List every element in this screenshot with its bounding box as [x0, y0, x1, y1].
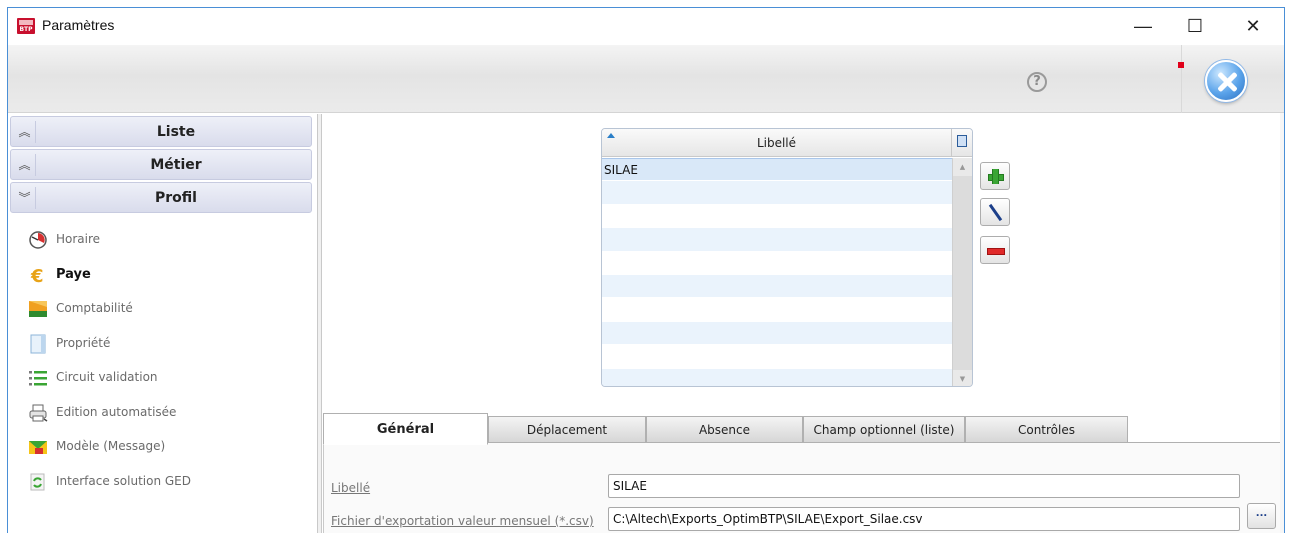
section-label: Métier	[150, 157, 202, 173]
table-row[interactable]: SILAE	[602, 158, 952, 182]
sidebar: ︽ Liste ︽ Métier ︾ Profil Horaire € Paye…	[8, 114, 318, 533]
clock-icon	[29, 231, 47, 249]
grid-body: SILAE	[602, 158, 952, 386]
status-indicator	[1178, 62, 1184, 68]
section-label: Profil	[155, 190, 197, 206]
svg-text:€: €	[30, 266, 44, 285]
table-row	[602, 252, 952, 275]
tab-controles[interactable]: Contrôles	[965, 416, 1128, 444]
maximize-button[interactable]: ☐	[1172, 12, 1218, 40]
chevron-up-icon[interactable]: ︽	[14, 121, 36, 143]
add-button[interactable]	[980, 162, 1010, 190]
chevron-down-icon[interactable]: ︾	[14, 187, 36, 209]
sidebar-item-label: Comptabilité	[56, 301, 133, 315]
tab-general[interactable]: Général	[323, 413, 488, 445]
vertical-scrollbar[interactable]: ▲ ▼	[952, 158, 972, 386]
scroll-down-icon[interactable]: ▼	[953, 370, 972, 386]
column-chooser-icon[interactable]	[952, 129, 972, 157]
tab-absence[interactable]: Absence	[646, 416, 803, 444]
toolbar-separator	[1181, 45, 1182, 113]
printer-icon	[29, 404, 48, 422]
libelle-grid: Libellé SILAE ▲ ▼	[601, 128, 973, 387]
table-row	[602, 228, 952, 252]
table-row	[602, 181, 952, 205]
column-header-label: Libellé	[756, 136, 797, 150]
browse-button[interactable]: ...	[1247, 503, 1276, 529]
euro-icon: €	[30, 266, 44, 285]
title-bar: BTP Paramètres — ☐ ✕	[8, 8, 1284, 45]
sync-icon	[30, 473, 45, 491]
tab-panel-general: Libellé SILAE Fichier d'exportation vale…	[323, 442, 1283, 533]
minimize-button[interactable]: —	[1120, 12, 1166, 40]
tab-champ-optionnel[interactable]: Champ optionnel (liste)	[803, 416, 965, 444]
tab-bar: Général Déplacement Absence Champ option…	[323, 413, 1283, 445]
sidebar-item-modele-message[interactable]: Modèle (Message)	[28, 435, 308, 459]
tab-deplacement[interactable]: Déplacement	[488, 416, 646, 444]
checklist-icon	[29, 371, 47, 386]
right-border	[1280, 113, 1284, 533]
table-row	[602, 368, 952, 386]
fichier-export-input[interactable]: C:\Altech\Exports_OptimBTP\SILAE\Export_…	[608, 507, 1240, 531]
sidebar-item-label: Circuit validation	[56, 370, 158, 384]
sidebar-item-label: Paye	[56, 267, 91, 282]
table-row	[602, 298, 952, 322]
ledger-icon	[29, 301, 47, 317]
table-row	[602, 274, 952, 299]
app-logo-icon: BTP	[17, 18, 35, 34]
sidebar-item-label: Interface solution GED	[56, 474, 191, 488]
table-row	[602, 321, 952, 346]
sidebar-item-label: Horaire	[56, 232, 101, 246]
app-badge: BTP	[19, 26, 33, 33]
section-profil[interactable]: ︾ Profil	[10, 182, 312, 213]
sidebar-item-edition-automatisee[interactable]: Edition automatisée	[28, 401, 308, 425]
table-row	[602, 345, 952, 369]
libelle-label: Libellé	[331, 481, 371, 495]
section-liste[interactable]: ︽ Liste	[10, 116, 312, 147]
sidebar-item-label: Modèle (Message)	[56, 439, 166, 453]
close-window-button[interactable]: ✕	[1230, 12, 1276, 40]
delete-button[interactable]	[980, 236, 1010, 264]
scroll-up-icon[interactable]: ▲	[953, 158, 972, 176]
sidebar-item-comptabilite[interactable]: Comptabilité	[28, 297, 308, 321]
edit-button[interactable]	[980, 198, 1010, 226]
sidebar-item-label: Edition automatisée	[56, 405, 177, 419]
sidebar-item-propriete[interactable]: Propriété	[28, 332, 308, 356]
splitter[interactable]	[318, 114, 322, 533]
chevron-up-icon[interactable]: ︽	[14, 154, 36, 176]
document-icon	[30, 334, 46, 354]
help-icon[interactable]: ?	[1027, 72, 1047, 92]
sidebar-item-label: Propriété	[56, 336, 111, 350]
toolbar: ?	[8, 45, 1284, 113]
sidebar-item-interface-ged[interactable]: Interface solution GED	[28, 470, 308, 494]
section-label: Liste	[156, 124, 196, 140]
table-row	[602, 205, 952, 229]
libelle-input[interactable]: SILAE	[608, 474, 1240, 498]
window-title: Paramètres	[42, 17, 115, 33]
section-metier[interactable]: ︽ Métier	[10, 149, 312, 180]
parametres-window: BTP Paramètres — ☐ ✕ ? ︽ Liste ︽ Métier …	[7, 7, 1285, 533]
close-app-icon[interactable]	[1205, 60, 1247, 102]
sidebar-item-paye[interactable]: € Paye	[28, 263, 308, 287]
envelope-icon	[29, 441, 47, 454]
column-header-libelle[interactable]: Libellé	[602, 129, 952, 157]
sidebar-item-circuit-validation[interactable]: Circuit validation	[28, 366, 308, 390]
sidebar-item-horaire[interactable]: Horaire	[28, 228, 308, 252]
fichier-export-label: Fichier d'exportation valeur mensuel (*.…	[331, 514, 594, 528]
